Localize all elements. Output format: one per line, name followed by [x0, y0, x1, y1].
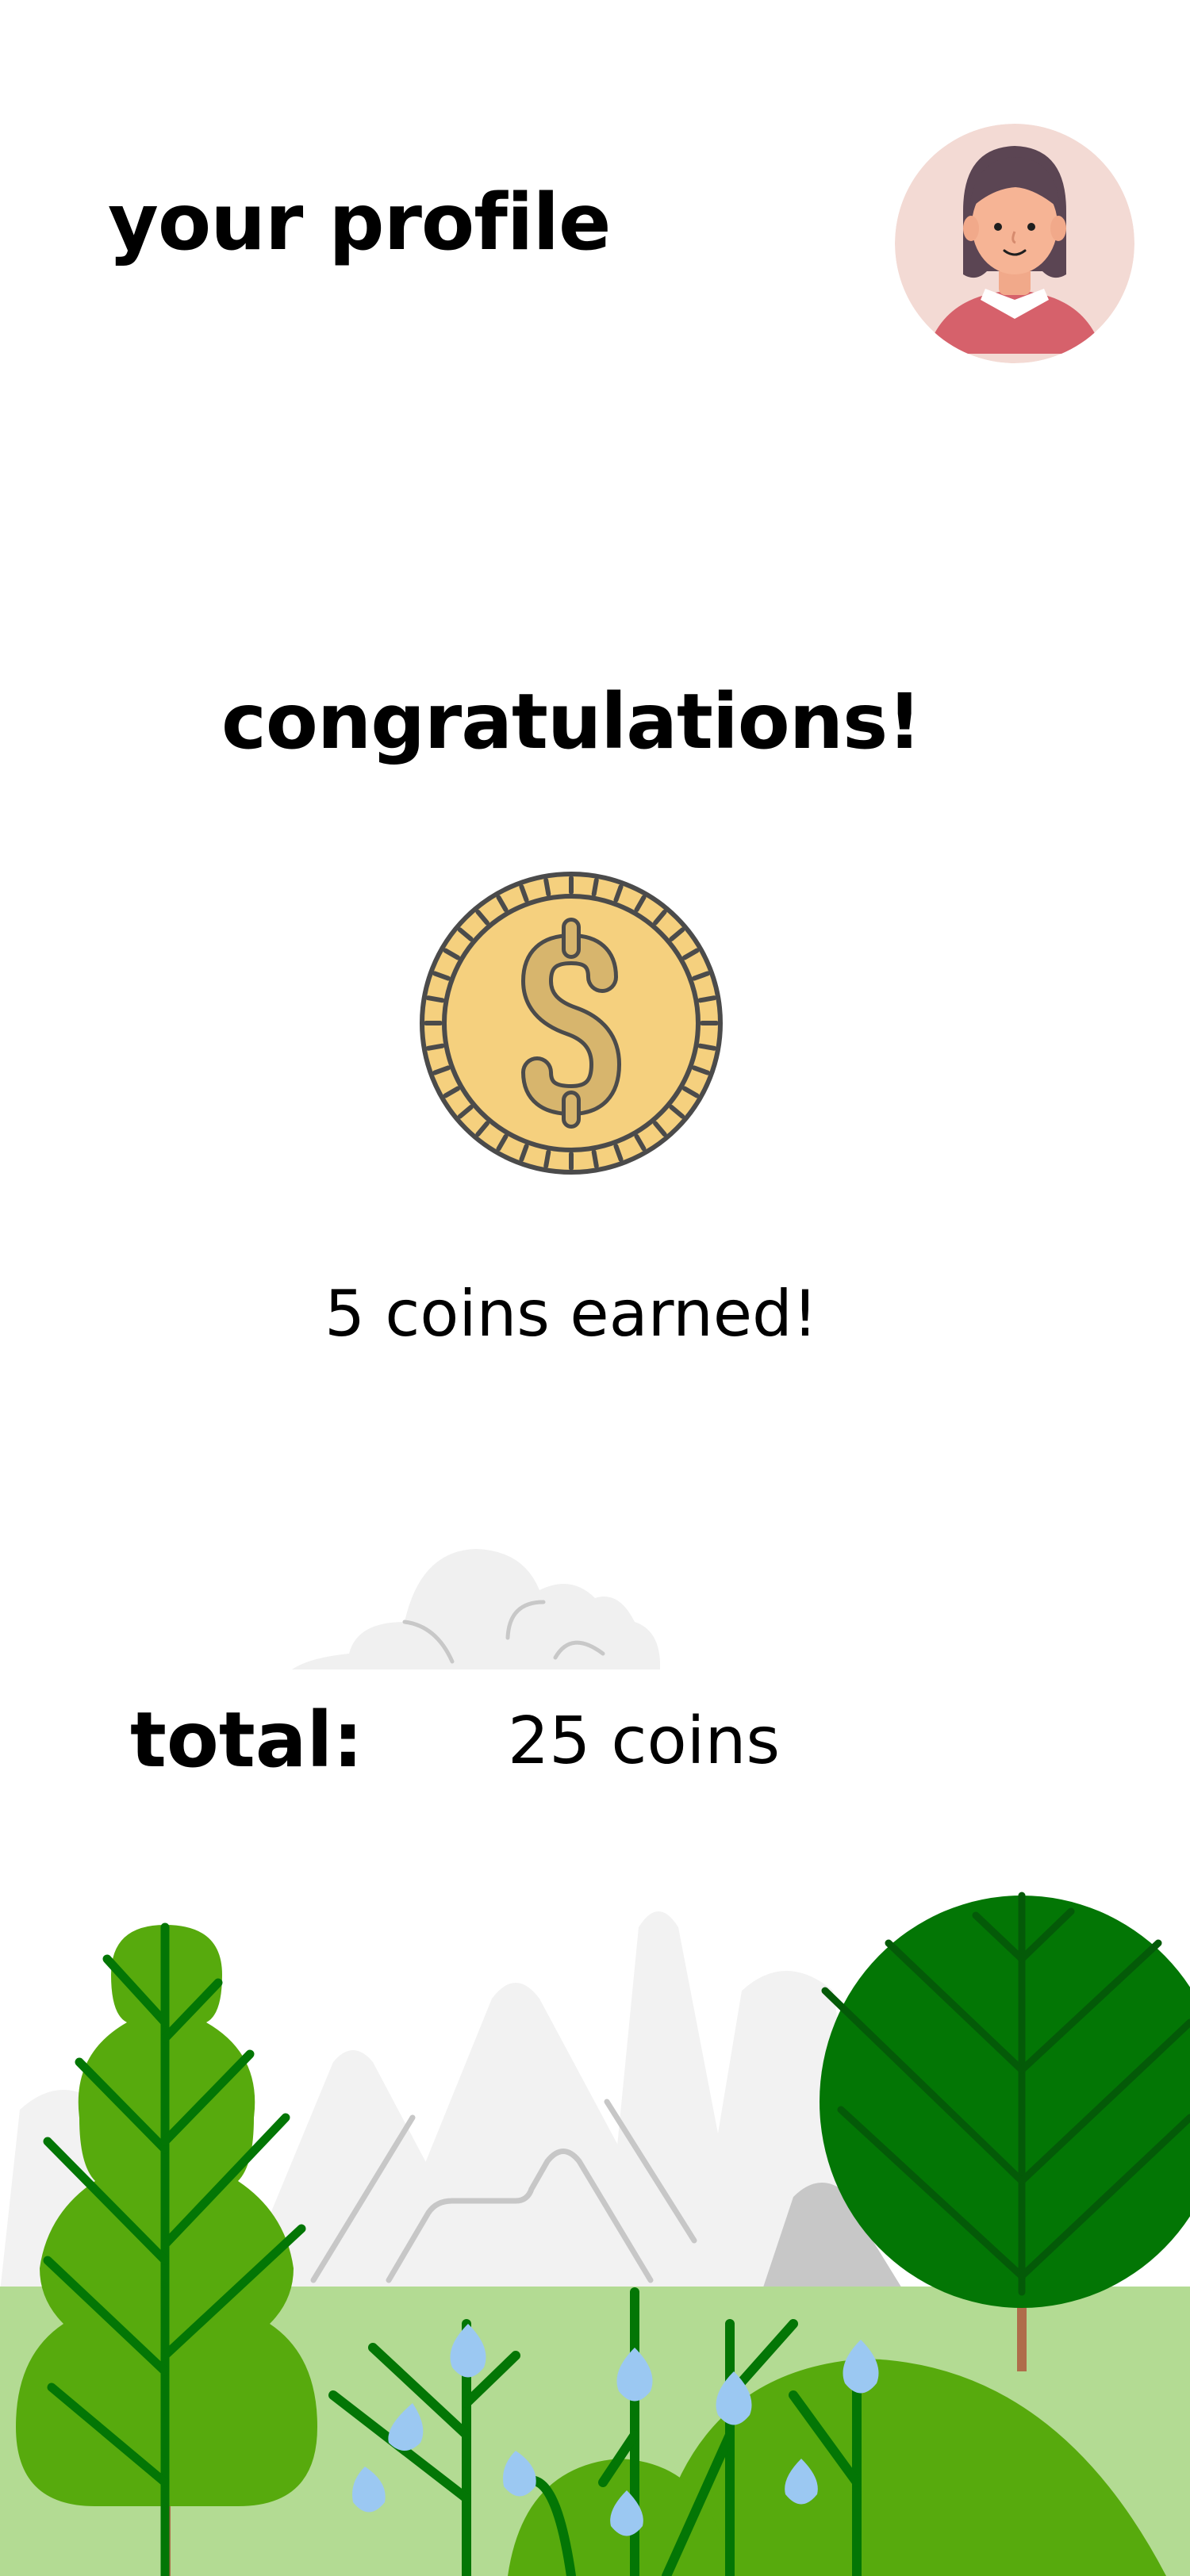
coin-rim-tick [591, 1149, 599, 1169]
page-title: your profile [108, 178, 612, 268]
congratulations-heading: congratulations! [221, 677, 922, 766]
cloud-illustration [292, 1549, 660, 1669]
coin-rim-tick [697, 1043, 717, 1051]
forest-landscape-illustration [0, 1892, 1190, 2576]
total-coins-value: 25 coins [508, 1704, 781, 1779]
coin-rim-tick [591, 877, 599, 897]
coin-rim-tick [425, 995, 445, 1003]
coins-earned-text: 5 coins earned! [324, 1277, 818, 1351]
user-avatar-icon [895, 124, 1134, 363]
coin-rim-tick [697, 995, 717, 1003]
profile-avatar[interactable] [895, 124, 1134, 363]
tall-tree [16, 1922, 317, 2576]
total-label: total: [130, 1696, 363, 1784]
dollar-coin-icon [420, 872, 723, 1175]
coin-rim-tick [543, 877, 551, 897]
coin-rim-tick [425, 1043, 445, 1051]
coin-rim-tick [543, 1149, 551, 1169]
